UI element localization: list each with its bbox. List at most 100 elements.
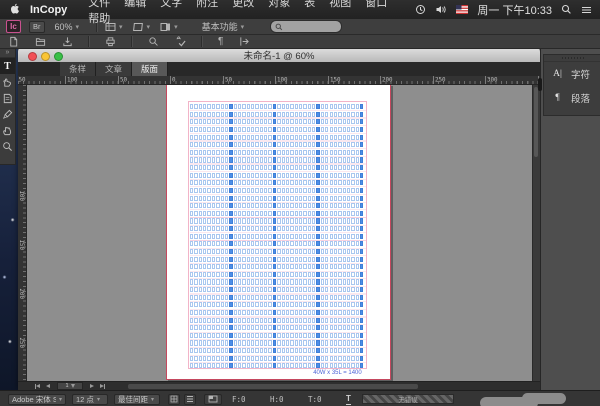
vertical-scroll-thumb[interactable]	[534, 87, 538, 157]
menu-文件[interactable]: 文件	[88, 0, 110, 9]
leading-dropdown[interactable]: 最佳间距	[114, 394, 160, 405]
v-ruler-label: 100	[18, 190, 25, 201]
grid-row	[190, 127, 366, 132]
panel-button-段落[interactable]: ¶段落	[544, 86, 600, 110]
active-app-name[interactable]: InCopy	[30, 4, 67, 16]
grid-row	[190, 310, 366, 315]
page[interactable]: 40W x 35L = 1400	[166, 85, 391, 380]
grid-row	[190, 348, 366, 353]
last-page-button[interactable]	[100, 384, 105, 389]
panel-button-字符[interactable]: A|字符	[544, 62, 600, 86]
v-ruler-label: 250	[18, 337, 25, 348]
menu-文字[interactable]: 文字	[160, 0, 182, 9]
tools-panel-expander[interactable]: »	[0, 49, 15, 58]
toolbar-separator	[201, 36, 203, 47]
note-tool[interactable]	[0, 90, 15, 106]
character-grid	[190, 104, 366, 369]
volume-icon[interactable]	[435, 4, 447, 15]
menu-窗口[interactable]: 窗口	[365, 0, 387, 9]
place-icon[interactable]	[239, 36, 250, 47]
zoom-level-dropdown[interactable]: 60%	[55, 22, 80, 32]
new-document-icon[interactable]	[8, 36, 19, 47]
grid-count-button[interactable]	[184, 394, 196, 405]
h-ruler-label: 100	[67, 76, 78, 83]
previous-page-button[interactable]	[46, 384, 50, 388]
spell-check-icon[interactable]	[175, 36, 186, 47]
h-ruler-label: 150	[18, 76, 25, 83]
menu-更改[interactable]: 更改	[232, 0, 254, 9]
print-icon[interactable]	[105, 36, 116, 47]
open-folder-icon[interactable]	[35, 36, 46, 47]
menu-帮助[interactable]: 帮助	[88, 13, 110, 25]
window-title-bar[interactable]: 未命名-1 @ 60%	[18, 48, 540, 62]
minimize-button[interactable]	[41, 52, 50, 61]
grid-row	[190, 333, 366, 338]
menu-附注[interactable]: 附注	[196, 0, 218, 9]
first-page-button[interactable]	[35, 384, 40, 389]
grid-row	[190, 104, 366, 109]
horizontal-ruler[interactable]: 15010050050100150200250300350	[18, 76, 540, 85]
grid-row	[190, 302, 366, 307]
type-tool[interactable]: T	[0, 58, 15, 74]
save-icon[interactable]	[62, 36, 73, 47]
collapsed-panel-group: A|字符¶段落	[543, 54, 600, 116]
menu-list-icon[interactable]	[581, 5, 592, 15]
dock-edge-grabber[interactable]	[538, 78, 542, 91]
find-icon[interactable]	[148, 36, 159, 47]
menu-items: 文件 编辑 文字 附注 更改 对象 表 视图 窗口帮助	[81, 0, 415, 26]
apple-menu-icon[interactable]	[9, 3, 20, 16]
menu-表[interactable]: 表	[304, 0, 315, 9]
grid-row	[190, 119, 366, 124]
spotlight-icon[interactable]	[561, 4, 572, 15]
v-ruler-label: 200	[18, 288, 25, 299]
reference-grid-button[interactable]	[204, 394, 222, 405]
menu-视图[interactable]: 视图	[329, 0, 351, 9]
font-family-dropdown[interactable]: Adobe 宋体 St	[8, 394, 66, 405]
copyfit-progress-meter: 无错误	[362, 394, 454, 404]
grid-row	[190, 173, 366, 178]
copyfit-stat: H:0	[270, 395, 284, 406]
tab-条样[interactable]: 条样	[60, 62, 96, 76]
grid-row	[190, 318, 366, 323]
grid-row	[190, 340, 366, 345]
close-button[interactable]	[28, 52, 37, 61]
text-depth-icon: T	[346, 394, 351, 405]
position-tool[interactable]	[0, 74, 15, 90]
grid-row	[190, 196, 366, 201]
h-ruler-label: 250	[435, 76, 446, 83]
font-size-dropdown[interactable]: 12 点	[72, 394, 108, 405]
panel-drag-grip[interactable]	[544, 55, 600, 62]
menu-编辑[interactable]: 编辑	[124, 0, 146, 9]
next-page-button[interactable]	[90, 384, 94, 388]
status-formatting-bar: Adobe 宋体 St 12 点 最佳间距 F:0H:0T:0 T 无错误	[0, 390, 600, 406]
grid-dimensions-caption: 40W x 35L = 1400	[314, 370, 362, 376]
menu-bar-status-area: 周一 下午10:33	[415, 2, 600, 18]
grid-row	[190, 287, 366, 292]
frame-grid-view-button[interactable]	[168, 394, 180, 405]
zoom-window-button[interactable]	[54, 52, 63, 61]
tab-版面[interactable]: 版面	[132, 62, 168, 76]
incopy-logo: Ic	[6, 20, 21, 33]
clock-icon[interactable]	[415, 4, 426, 15]
page-number-field[interactable]: 1	[57, 382, 83, 390]
vertical-ruler[interactable]: 100 150 200 250	[18, 85, 27, 381]
menu-对象[interactable]: 对象	[268, 0, 290, 9]
horizontal-scroll-thumb[interactable]	[128, 384, 418, 389]
grid-row	[190, 257, 366, 262]
grid-row	[190, 226, 366, 231]
hand-tool[interactable]	[0, 122, 15, 138]
vertical-scrollbar[interactable]	[532, 85, 540, 381]
v-ruler-label: 150	[18, 239, 25, 250]
input-source-flag-icon[interactable]	[456, 5, 468, 14]
view-tab-bar: 条样文章版面	[18, 62, 540, 76]
zoom-tool[interactable]	[0, 138, 15, 154]
tab-文章[interactable]: 文章	[96, 62, 132, 76]
bridge-button[interactable]: Br	[29, 21, 45, 33]
eyedropper-tool[interactable]	[0, 106, 15, 122]
h-ruler-label: 100	[277, 76, 288, 83]
paragraph-marks-icon[interactable]: ¶	[218, 37, 223, 47]
h-ruler-label: 0	[172, 76, 176, 83]
panel-icon: ¶	[551, 93, 564, 103]
grid-row	[190, 157, 366, 162]
menu-bar-clock[interactable]: 周一 下午10:33	[477, 2, 552, 18]
